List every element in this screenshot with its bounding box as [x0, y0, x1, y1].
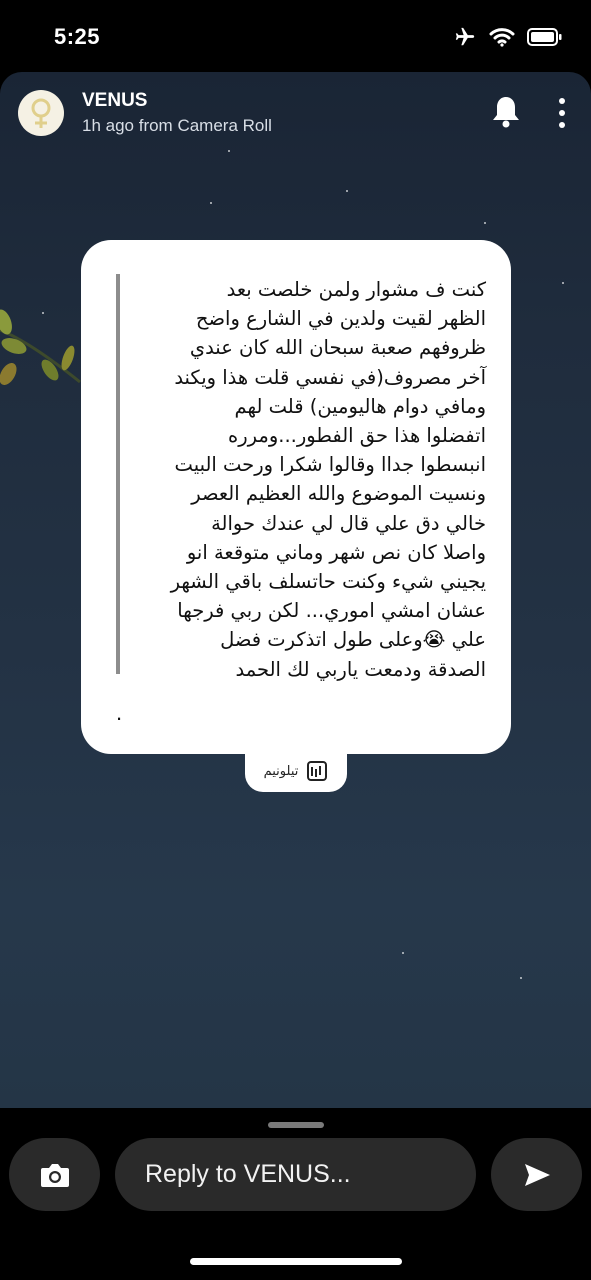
tellonym-sticker[interactable]: تيلونيم [245, 750, 347, 792]
card-line: يجيني شيء وكنت حاتسلف باقي الشهر [170, 570, 486, 594]
airplane-icon [455, 27, 475, 46]
status-time: 5:25 [54, 24, 101, 49]
card-line: آخر مصروف(في نفسي قلت هذا ويكند [174, 365, 486, 389]
branch-decoration [0, 309, 81, 385]
send-icon [524, 1163, 550, 1186]
home-indicator [190, 1258, 402, 1265]
card-line: خالي دق علي قال لي عندك حوالة [211, 511, 486, 535]
quote-bar [116, 274, 120, 674]
card-line: علي 😭وعلى طول اتذكرت فضل [220, 628, 486, 652]
reply-field[interactable] [115, 1138, 476, 1211]
card-line: الظهر لقيت ولدين في الشارع واضح [195, 307, 486, 331]
card-line: اتفضلوا هذا حق الفطور...ومرره [228, 424, 486, 448]
card-line: ظروفهم صعبة سبحان الله كان عندي [189, 336, 486, 360]
card-text: كنت ف مشوار ولمن خلصت بعد الظهر لقيت ولد… [128, 275, 486, 684]
wifi-icon [489, 28, 515, 47]
card-line: انبسطوا جداا وقالوا شكرا ورحت البيت [174, 453, 486, 477]
card-line: ومافي دوام هاليومين) قلت لهم [234, 394, 486, 418]
sticker-label: تيلونيم [263, 763, 299, 779]
status-bar: 5:25 [0, 0, 591, 72]
camera-icon [40, 1163, 69, 1187]
card-line: واصلا كان نص شهر وماني متوقعة انو [186, 540, 486, 564]
bell-icon[interactable] [490, 94, 522, 130]
story-username[interactable]: VENUS [82, 90, 147, 112]
card-line: الصدقة ودمعت ياربي لك الحمد [235, 657, 486, 681]
status-icons [453, 26, 563, 48]
card-line: عشان امشي اموري... لكن ربي فرجها [177, 599, 486, 623]
reply-bar [0, 1108, 591, 1280]
card-line: كنت ف مشوار ولمن خلصت بعد [226, 278, 486, 301]
reply-input[interactable] [145, 1138, 465, 1211]
battery-icon [527, 28, 562, 46]
tellonym-logo-icon [307, 761, 328, 781]
camera-button[interactable] [9, 1138, 100, 1211]
venus-symbol-icon [31, 98, 51, 128]
send-button[interactable] [491, 1138, 582, 1211]
trailing-mark: . [116, 700, 123, 725]
story-meta: 1h ago from Camera Roll [82, 116, 272, 135]
more-options-icon[interactable] [552, 96, 572, 130]
story-header: VENUS 1h ago from Camera Roll [0, 72, 591, 162]
avatar[interactable] [18, 90, 64, 136]
card-line: ونسيت الموضوع والله العظيم العصر [191, 482, 486, 506]
drag-handle[interactable] [268, 1122, 324, 1128]
